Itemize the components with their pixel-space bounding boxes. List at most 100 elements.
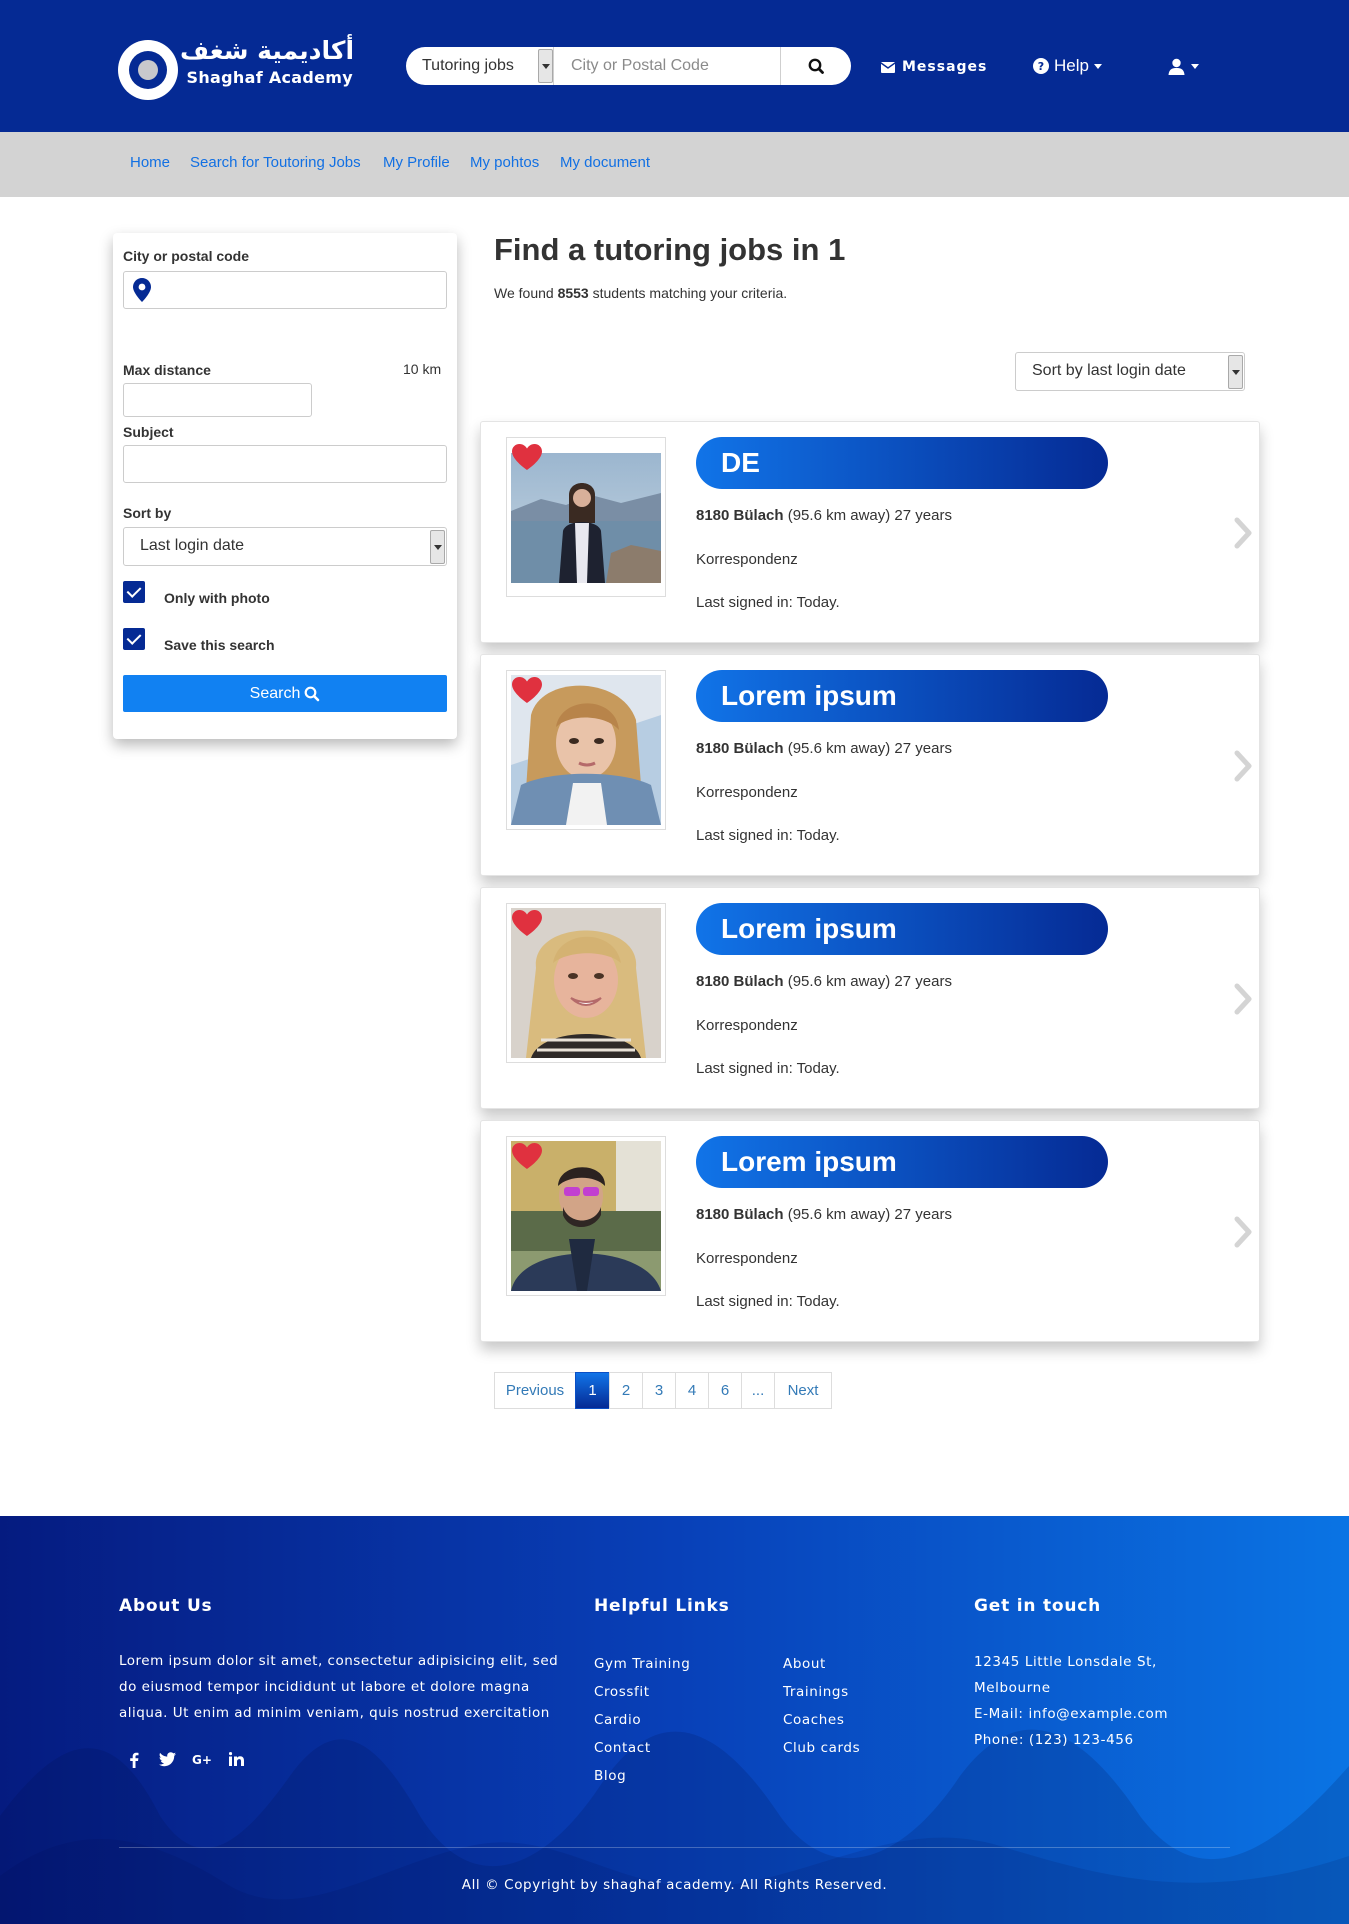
favorite-heart-icon[interactable]	[512, 444, 542, 470]
subnav-my-document[interactable]: My document	[560, 154, 650, 171]
footer-link-coaches[interactable]: Coaches	[783, 1712, 844, 1728]
city-postal-input[interactable]	[123, 271, 447, 309]
results-title: Find a tutoring jobs in 1	[494, 232, 846, 267]
user-menu-dropdown[interactable]	[1168, 56, 1199, 76]
logo-arabic-text: أكاديمية شغف	[180, 36, 355, 65]
student-name-banner: Lorem ipsum	[696, 903, 1108, 955]
footer-link-cardio[interactable]: Cardio	[594, 1712, 641, 1728]
only-with-photo-label: Only with photo	[164, 590, 270, 606]
student-location-city: 8180 Bülach	[696, 507, 784, 524]
nav-help-label: Help	[1054, 56, 1089, 75]
pagination: Previous 1 2 3 4 6 ... Next	[494, 1372, 832, 1409]
footer-address-line2: Melbourne	[974, 1680, 1051, 1696]
nav-messages-link[interactable]: Messages	[881, 57, 987, 77]
subnav-my-profile[interactable]: My Profile	[383, 154, 450, 171]
pagination-page-2[interactable]: 2	[609, 1372, 643, 1409]
search-button[interactable]: Search	[123, 675, 447, 712]
footer-phone: Phone: (123) 123-456	[974, 1732, 1134, 1748]
subnav-home[interactable]: Home	[130, 154, 170, 171]
student-distance-age: (95.6 km away) 27 years	[787, 1206, 952, 1223]
footer-email[interactable]: E-Mail: info@example.com	[974, 1706, 1168, 1722]
max-distance-label: Max distance	[123, 362, 211, 378]
footer-link-trainings[interactable]: Trainings	[783, 1684, 849, 1700]
pagination-next[interactable]: Next	[774, 1372, 832, 1409]
student-distance-age: (95.6 km away) 27 years	[787, 973, 952, 990]
search-filter-panel: City or postal code Max distance 10 km S…	[113, 233, 457, 739]
results-sort-select[interactable]: Sort by last login date	[1015, 352, 1245, 391]
caret-down-icon	[1191, 63, 1199, 69]
chevron-right-icon[interactable]	[1233, 1216, 1253, 1248]
student-card[interactable]: Lorem ipsum 8180 Bülach (95.6 km away) 2…	[480, 654, 1260, 876]
student-name-banner: Lorem ipsum	[696, 670, 1108, 722]
student-subject: Korrespondenz	[696, 784, 798, 801]
footer-link-about[interactable]: About	[783, 1656, 826, 1672]
chevron-right-icon[interactable]	[1233, 750, 1253, 782]
subnav-my-photos[interactable]: My pohtos	[470, 154, 539, 171]
student-distance-age: (95.6 km away) 27 years	[787, 507, 952, 524]
nav-help-dropdown[interactable]: ? Help	[1033, 56, 1102, 76]
facebook-link[interactable]	[129, 1752, 139, 1773]
sort-by-label: Sort by	[123, 505, 172, 521]
student-location: 8180 Bülach (95.6 km away) 27 years	[696, 1206, 952, 1223]
student-subject: Korrespondenz	[696, 551, 798, 568]
chevron-right-icon[interactable]	[1233, 983, 1253, 1015]
student-card[interactable]: DE 8180 Bülach (95.6 km away) 27 years K…	[480, 421, 1260, 643]
sort-by-select[interactable]: Last login date	[123, 527, 447, 566]
max-distance-input[interactable]	[123, 383, 312, 417]
footer-links-title: Helpful Links	[594, 1596, 730, 1616]
pagination-page-4[interactable]: 4	[675, 1372, 709, 1409]
student-distance-age: (95.6 km away) 27 years	[787, 740, 952, 757]
chevron-down-icon	[538, 49, 553, 83]
pagination-page-6[interactable]: 6	[708, 1372, 742, 1409]
search-button-label: Search	[249, 684, 301, 702]
results-count-number: 8553	[557, 285, 589, 301]
linkedin-link[interactable]	[228, 1752, 244, 1771]
footer-link-crossfit[interactable]: Crossfit	[594, 1684, 650, 1700]
footer-link-gym-training[interactable]: Gym Training	[594, 1656, 690, 1672]
results-sort-selected: Sort by last login date	[1032, 362, 1186, 379]
pagination-page-1[interactable]: 1	[575, 1372, 610, 1409]
save-search-checkbox[interactable]	[123, 628, 145, 650]
footer-link-blog[interactable]: Blog	[594, 1768, 626, 1784]
location-search-input[interactable]	[555, 47, 781, 85]
secondary-nav: Home Search for Toutoring Jobs My Profil…	[0, 132, 1349, 197]
svg-text:?: ?	[1038, 60, 1044, 73]
google-plus-icon: G+	[192, 1753, 212, 1767]
subject-input[interactable]	[123, 445, 447, 483]
sort-by-selected: Last login date	[140, 537, 245, 554]
footer-copyright: All © Copyright by shaghaf academy. All …	[461, 1877, 888, 1893]
student-location: 8180 Bülach (95.6 km away) 27 years	[696, 973, 952, 990]
footer-about-title: About Us	[119, 1596, 213, 1616]
student-photo-image	[511, 453, 661, 583]
pagination-page-3[interactable]: 3	[642, 1372, 676, 1409]
favorite-heart-icon[interactable]	[512, 677, 542, 703]
chevron-right-icon[interactable]	[1233, 517, 1253, 549]
city-field-label: City or postal code	[123, 248, 250, 264]
student-card[interactable]: Lorem ipsum 8180 Bülach (95.6 km away) 2…	[480, 1120, 1260, 1342]
only-with-photo-checkbox[interactable]	[123, 581, 145, 603]
favorite-heart-icon[interactable]	[512, 1143, 542, 1169]
student-card[interactable]: Lorem ipsum 8180 Bülach (95.6 km away) 2…	[480, 887, 1260, 1109]
results-count-suffix: students matching your criteria.	[592, 285, 788, 301]
student-name-banner: Lorem ipsum	[696, 1136, 1108, 1188]
favorite-heart-icon[interactable]	[512, 910, 542, 936]
site-logo[interactable]: أكاديمية شغف Shaghaf Academy	[118, 36, 355, 100]
google-plus-link[interactable]: G+	[192, 1752, 212, 1771]
footer-address-line1: 12345 Little Lonsdale St,	[974, 1654, 1157, 1670]
save-search-label: Save this search	[164, 637, 275, 653]
search-submit-button[interactable]	[782, 47, 851, 85]
pagination-previous[interactable]: Previous	[494, 1372, 576, 1409]
footer-link-contact[interactable]: Contact	[594, 1740, 651, 1756]
search-icon	[304, 686, 320, 701]
subnav-search-jobs[interactable]: Search for Toutoring Jobs	[190, 154, 361, 171]
caret-down-icon	[1093, 63, 1102, 69]
student-subject: Korrespondenz	[696, 1017, 798, 1034]
chevron-down-icon	[430, 530, 445, 564]
footer-link-club-cards[interactable]: Club cards	[783, 1740, 860, 1756]
twitter-link[interactable]	[159, 1752, 176, 1772]
student-last-login: Last signed in: Today.	[696, 594, 840, 611]
chevron-down-icon	[1228, 355, 1243, 389]
student-subject: Korrespondenz	[696, 1250, 798, 1267]
job-category-select[interactable]: Tutoring jobs	[406, 47, 554, 85]
student-location-city: 8180 Bülach	[696, 1206, 784, 1223]
